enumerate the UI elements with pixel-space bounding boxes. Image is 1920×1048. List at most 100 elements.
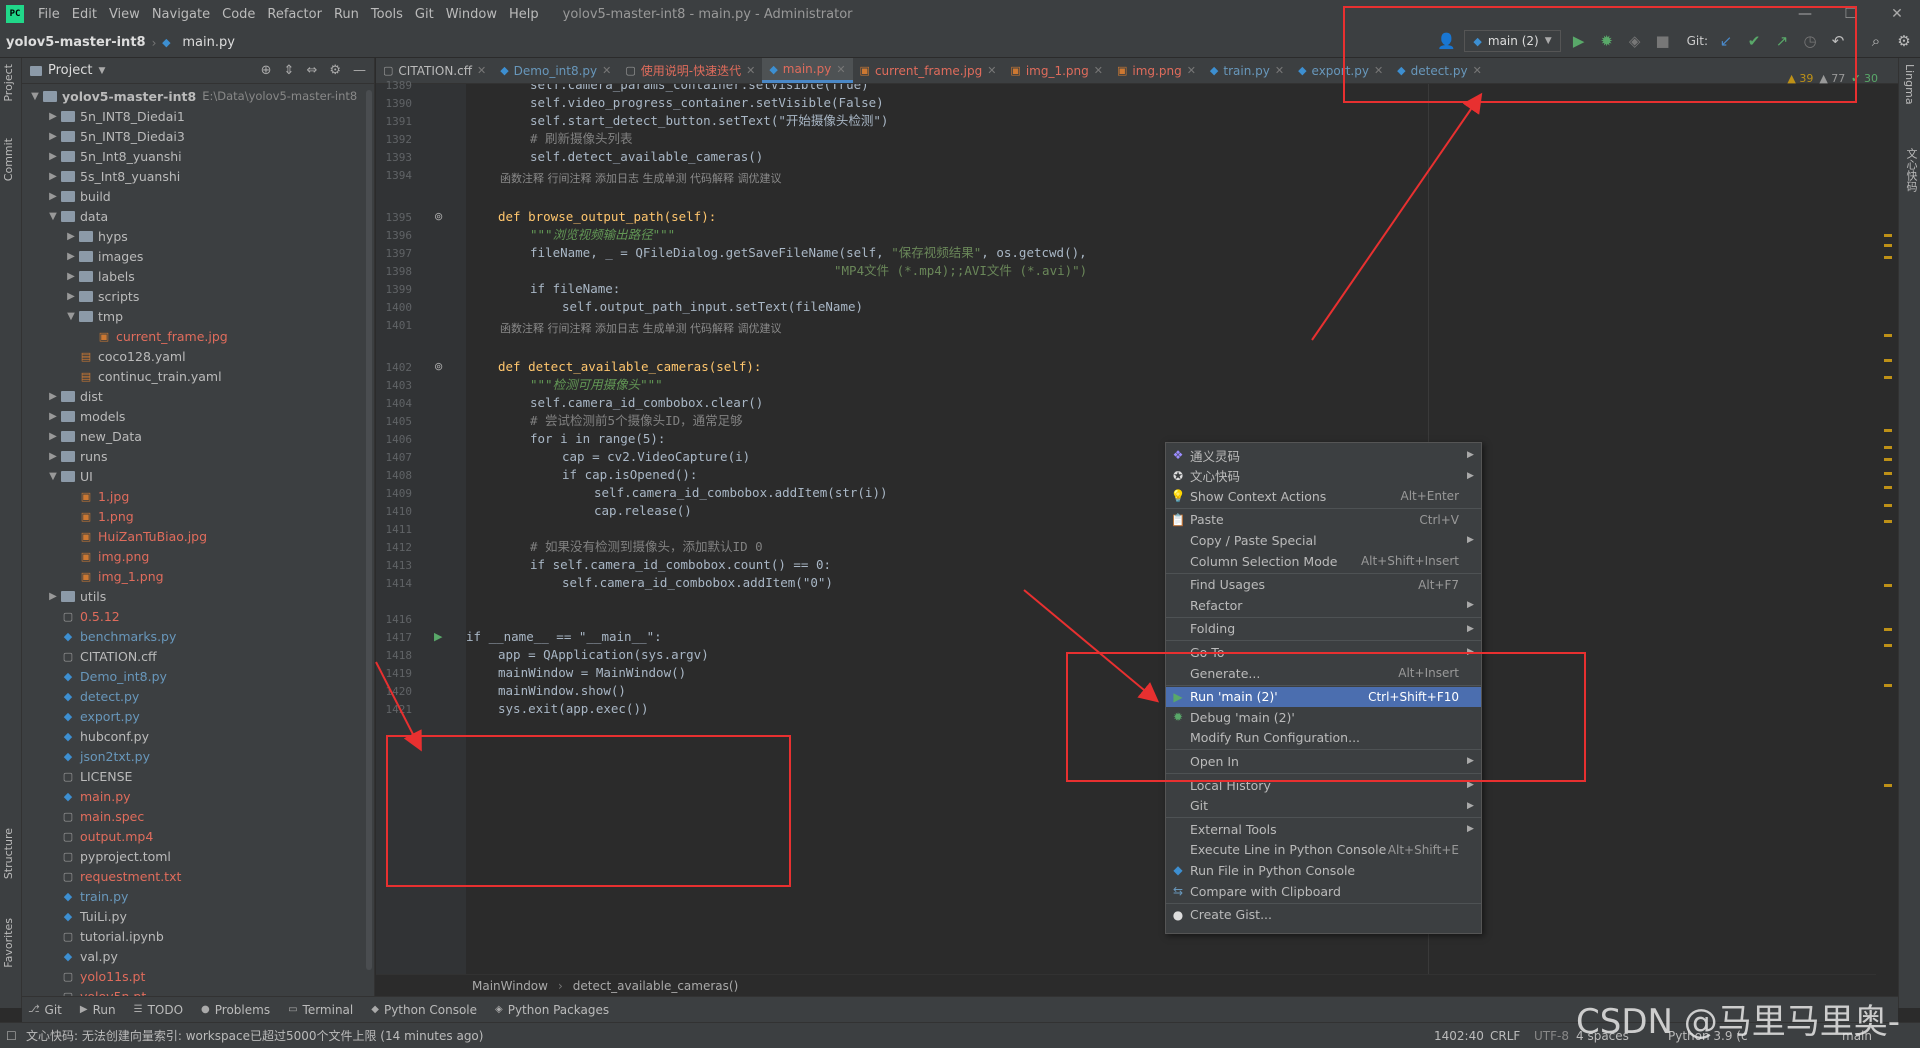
warning-mark[interactable] — [1884, 446, 1892, 449]
chevron-down-icon[interactable]: ▼ — [46, 471, 60, 482]
close-tab-icon[interactable]: ✕ — [1187, 64, 1196, 77]
chevron-right-icon[interactable]: ▶ — [46, 591, 60, 602]
editor-tab[interactable]: ▣ current_frame.jpg ✕ — [853, 58, 1004, 83]
tree-item[interactable]: ▶ labels — [22, 266, 374, 286]
tree-item[interactable]: ▣ 1.png — [22, 506, 374, 526]
chevron-right-icon[interactable]: ▶ — [46, 131, 60, 142]
context-menu-item[interactable]: Git ▶ — [1166, 796, 1481, 816]
context-menu-item[interactable]: Refactor ▶ — [1166, 595, 1481, 615]
context-menu-item[interactable]: External Tools ▶ — [1166, 819, 1481, 839]
bottom-tab[interactable]: ▶ Run — [80, 1003, 116, 1017]
tree-item[interactable]: ▣ 1.jpg — [22, 486, 374, 506]
breadcrumb-method[interactable]: detect_available_cameras() — [573, 979, 738, 993]
tree-item[interactable]: ▶ 5n_Int8_yuanshi — [22, 146, 374, 166]
chevron-right-icon[interactable]: ▶ — [46, 451, 60, 462]
tool-tab-favorites[interactable]: Favorites — [2, 918, 15, 968]
tree-item[interactable]: ◆ export.py — [22, 706, 374, 726]
caret-position[interactable]: 1402:40 — [1434, 1029, 1484, 1043]
warning-mark[interactable] — [1884, 684, 1892, 687]
tree-item[interactable]: ▶ 5n_INT8_Diedai3 — [22, 126, 374, 146]
close-tab-icon[interactable]: ✕ — [836, 63, 845, 76]
ai-inlay-hints[interactable]: 函数注释 行间注释 添加日志 生成单测 代码解释 调优建议 — [500, 170, 781, 186]
chevron-right-icon[interactable]: ▶ — [46, 411, 60, 422]
tree-item[interactable]: ▢ LICENSE — [22, 766, 374, 786]
editor-tab[interactable]: ◆ main.py ✕ — [762, 58, 853, 83]
override-icon[interactable]: ⊚ — [434, 360, 443, 373]
tree-item[interactable]: ◆ val.py — [22, 946, 374, 966]
editor-tab[interactable]: ▢ 使用说明-快速迭代 ✕ — [618, 58, 762, 83]
tree-item[interactable]: ◆ detect.py — [22, 686, 374, 706]
close-tab-icon[interactable]: ✕ — [602, 64, 611, 77]
close-tab-icon[interactable]: ✕ — [1275, 64, 1284, 77]
tree-item[interactable]: ▶ models — [22, 406, 374, 426]
chevron-down-icon[interactable]: ▼ — [46, 211, 60, 222]
tree-item[interactable]: ◆ json2txt.py — [22, 746, 374, 766]
tree-item[interactable]: ▢ pyproject.toml — [22, 846, 374, 866]
tree-item[interactable]: ▶ new_Data — [22, 426, 374, 446]
chevron-down-icon[interactable]: ▼ — [98, 66, 105, 76]
status-message[interactable]: 文心快码: 无法创建向量索引: workspace已超过5000个文件上限 (1… — [26, 1027, 483, 1044]
close-tab-icon[interactable]: ✕ — [477, 64, 486, 77]
tree-item[interactable]: ▤ continuc_train.yaml — [22, 366, 374, 386]
context-menu-item[interactable]: Column Selection Mode Alt+Shift+Insert — [1166, 551, 1481, 571]
context-menu-item[interactable]: 💡 Show Context Actions Alt+Enter — [1166, 486, 1481, 506]
chevron-right-icon[interactable]: ▶ — [64, 271, 78, 282]
chevron-right-icon[interactable]: ▶ — [64, 231, 78, 242]
editor-tab[interactable]: ▣ img_1.png ✕ — [1003, 58, 1110, 83]
tree-item[interactable]: ▼ tmp — [22, 306, 374, 326]
warning-mark[interactable] — [1884, 472, 1892, 475]
tree-item[interactable]: ▶ scripts — [22, 286, 374, 306]
tool-tab-wenxin[interactable]: 文心快码 — [1903, 148, 1919, 192]
context-menu-item[interactable]: 📋 Paste Ctrl+V — [1166, 510, 1481, 530]
context-menu-item[interactable]: ⇆ Compare with Clipboard — [1166, 881, 1481, 901]
breadcrumb-class[interactable]: MainWindow — [472, 979, 548, 993]
chevron-down-icon[interactable]: ▼ — [28, 91, 42, 102]
menu-help[interactable]: Help — [503, 7, 545, 22]
close-tab-icon[interactable]: ✕ — [1094, 64, 1103, 77]
tree-item[interactable]: ◆ benchmarks.py — [22, 626, 374, 646]
menu-view[interactable]: View — [103, 7, 146, 22]
warning-mark[interactable] — [1884, 334, 1892, 337]
project-panel-title[interactable]: Project — [48, 63, 92, 78]
chevron-right-icon[interactable]: ▶ — [46, 111, 60, 122]
context-menu-item[interactable]: ● Create Gist... — [1166, 905, 1481, 925]
context-menu-item[interactable]: Execute Line in Python Console Alt+Shift+… — [1166, 840, 1481, 860]
tree-item[interactable]: ◆ main.py — [22, 786, 374, 806]
expand-all-icon[interactable]: ⇕ — [284, 63, 295, 78]
tree-item[interactable]: ▼ yolov5-master-int8 E:\Data\yolov5-master… — [22, 86, 374, 106]
override-icon[interactable]: ⊚ — [434, 210, 443, 223]
tree-item[interactable]: ▢ 0.5.12 — [22, 606, 374, 626]
tree-item[interactable]: ▢ requestment.txt — [22, 866, 374, 886]
menu-file[interactable]: File — [32, 7, 66, 22]
warning-mark[interactable] — [1884, 376, 1892, 379]
tree-item[interactable]: ▶ dist — [22, 386, 374, 406]
menu-window[interactable]: Window — [440, 7, 503, 22]
ai-inlay-hints[interactable]: 函数注释 行间注释 添加日志 生成单测 代码解释 调优建议 — [500, 320, 781, 336]
editor-tab[interactable]: ◆ train.py ✕ — [1203, 58, 1291, 83]
context-menu-item[interactable]: Find Usages Alt+F7 — [1166, 575, 1481, 595]
warning-mark[interactable] — [1884, 784, 1892, 787]
search-icon[interactable]: ⌕ — [1866, 32, 1886, 50]
tree-item[interactable]: ▣ HuiZanTuBiao.jpg — [22, 526, 374, 546]
context-menu-item[interactable]: Folding ▶ — [1166, 619, 1481, 639]
tree-item[interactable]: ▶ runs — [22, 446, 374, 466]
warning-mark[interactable] — [1884, 359, 1892, 362]
tree-item[interactable]: ◆ train.py — [22, 886, 374, 906]
warning-mark[interactable] — [1884, 628, 1892, 631]
notification-icon[interactable]: ☐ — [6, 1029, 17, 1043]
menu-navigate[interactable]: Navigate — [146, 7, 216, 22]
locate-icon[interactable]: ⊕ — [261, 63, 272, 78]
tool-tab-structure[interactable]: Structure — [2, 828, 15, 879]
run-gutter-icon[interactable]: ▶ — [434, 630, 442, 643]
tree-item[interactable]: ▢ main.spec — [22, 806, 374, 826]
close-icon[interactable]: ✕ — [1874, 0, 1920, 28]
chevron-right-icon[interactable]: ▶ — [46, 391, 60, 402]
warning-mark[interactable] — [1884, 244, 1892, 247]
tree-item[interactable]: ▢ tutorial.ipynb — [22, 926, 374, 946]
tree-item[interactable]: ◆ Demo_int8.py — [22, 666, 374, 686]
nav-project-name[interactable]: yolov5-master-int8 — [0, 35, 152, 50]
chevron-right-icon[interactable]: ▶ — [46, 191, 60, 202]
menu-run[interactable]: Run — [328, 7, 365, 22]
tree-item[interactable]: ▶ 5n_INT8_Diedai1 — [22, 106, 374, 126]
tree-item[interactable]: ▣ img.png — [22, 546, 374, 566]
